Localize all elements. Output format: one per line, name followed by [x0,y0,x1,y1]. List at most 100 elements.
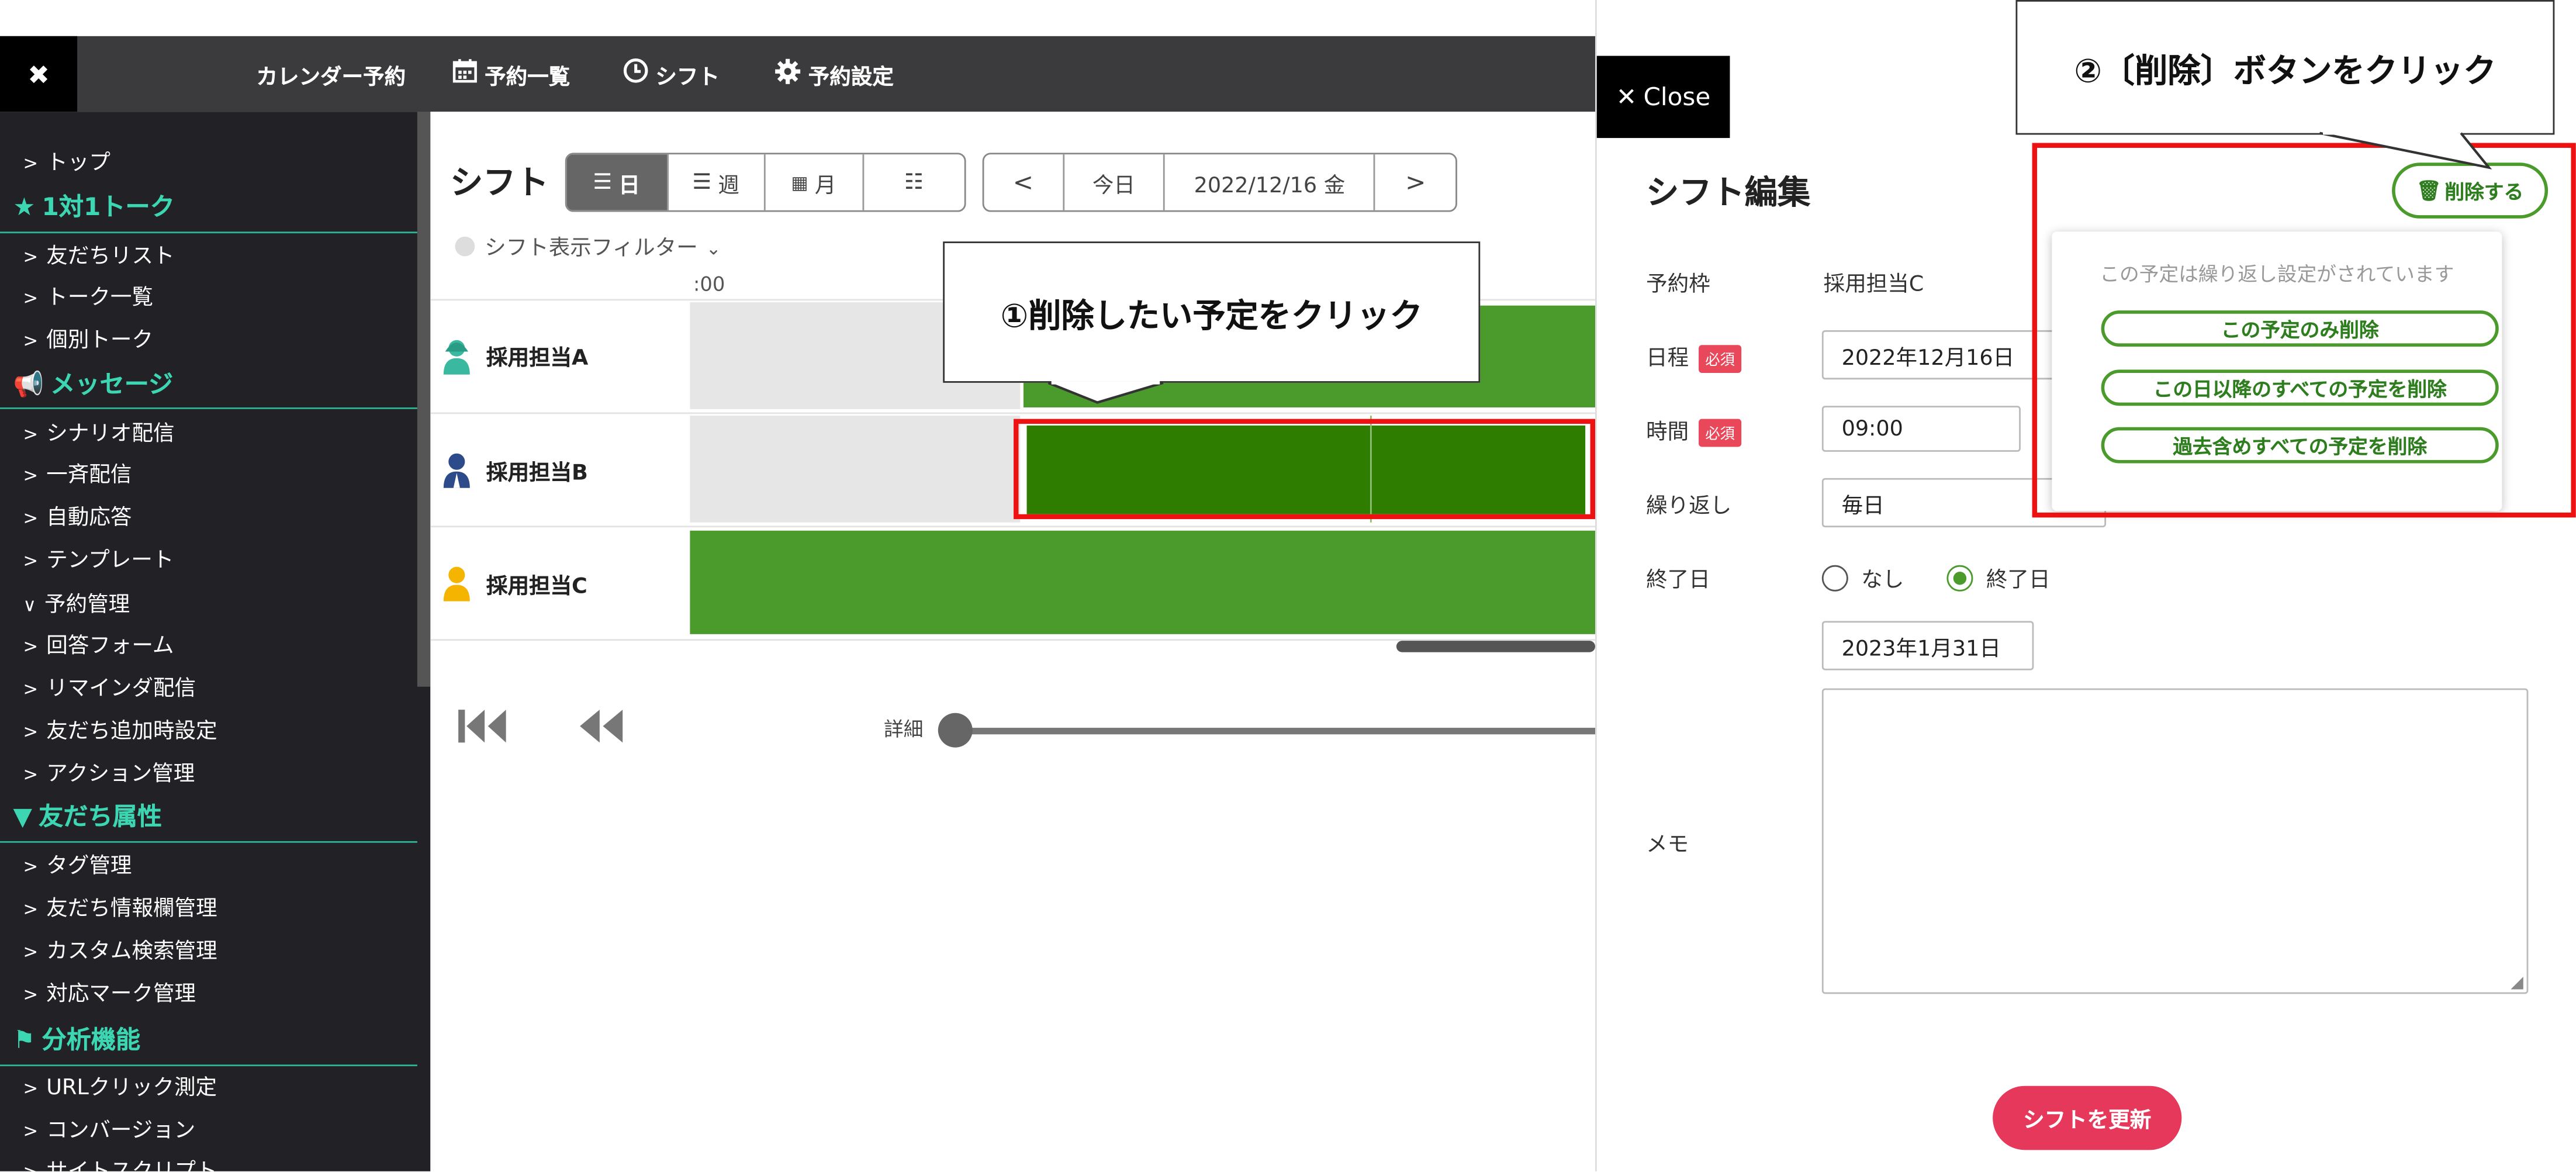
sidebar-item-label: タグ管理 [46,854,132,879]
time-input[interactable]: 09:00 [1821,406,2021,452]
callout-text: ②〔削除〕ボタンをクリック [2074,50,2497,90]
date-navigator: < 今日 2022/12/16 金 > [982,153,1457,212]
end-option-date[interactable]: 終了日 [1946,562,2051,593]
nav-label: 予約設定 [808,65,894,90]
sidebar-close-button[interactable]: ✖ [0,36,78,112]
highlight-box [2032,143,2576,518]
button-label: 日 [618,173,640,198]
input-value: 2022年12月16日 [1841,345,2015,371]
callout-step1: ①削除したい予定をクリック [943,241,1481,383]
sidebar-item-label: アクション管理 [46,762,195,787]
nav-booking-settings[interactable]: 予約設定 [774,36,894,112]
prev-day-button[interactable]: < [984,154,1064,210]
view-month-button[interactable]: ▦ 月 [766,154,864,210]
skip-to-start-icon[interactable] [457,707,509,753]
sidebar-item-label: シナリオ配信 [46,422,175,447]
sidebar-item-broadcast[interactable]: > 一斉配信 [23,457,132,488]
sidebar-scrollbar[interactable] [417,112,431,687]
sidebar-item-label: 回答フォーム [46,634,174,659]
update-shift-button[interactable]: シフトを更新 [1993,1085,2182,1150]
rewind-icon[interactable] [575,707,628,753]
nav-booking-list[interactable]: 予約一覧 [452,36,570,112]
slot-value: 採用担当C [1823,272,1924,298]
date-label: 2022/12/16 金 [1194,173,1346,198]
panel-close-button[interactable]: ✕ Close [1596,56,1730,139]
grid-line [430,526,1595,528]
current-date-display[interactable]: 2022/12/16 金 [1165,154,1376,210]
zoom-slider-handle[interactable] [938,713,973,748]
sidebar-item-label: カスタム検索管理 [46,939,217,964]
sidebar-item-template[interactable]: > テンプレート [23,542,174,573]
nav-calendar-booking[interactable]: カレンダー予約 [256,36,406,112]
sidebar-item-label: 友だち追加時設定 [46,719,217,745]
view-day-button[interactable]: ☰ 日 [566,154,668,210]
divider [0,407,417,409]
sidebar-item-label: リマインダ配信 [46,676,196,702]
date-input[interactable]: 2022年12月16日 [1821,330,2069,380]
sidebar-item-label: トップ [46,151,110,176]
horizontal-scrollbar[interactable] [1396,641,1595,652]
clock-icon [623,57,649,90]
sidebar-item-url-click[interactable]: > URLクリック測定 [23,1070,217,1101]
nav-shift[interactable]: シフト [623,36,720,112]
sidebar-item-custom-search[interactable]: > カスタム検索管理 [23,933,217,964]
sidebar-item-label: テンプレート [46,548,174,573]
sidebar-item-answer-form[interactable]: > 回答フォーム [23,628,174,659]
sidebar-item-site-script[interactable]: >サイトスクリプト [23,1153,217,1171]
sidebar-item-friend-list[interactable]: > 友だちリスト [23,238,174,269]
section-title: 1対1トーク [42,192,175,222]
end-option-none[interactable]: なし [1821,562,1904,593]
zoom-slider-track[interactable] [953,728,1595,735]
shift-filter-toggle[interactable]: シフト表示フィルター ⌄ [455,230,721,261]
end-date-input[interactable]: 2023年1月31日 [1821,621,2034,670]
sidebar-item-label: 個別トーク [46,329,154,354]
list-icon: ☰ [692,170,712,195]
view-list-button[interactable]: ☷ [863,154,964,210]
next-day-button[interactable]: > [1375,154,1455,210]
row-label-a: 採用担当A [486,347,589,372]
chevron-right-icon: > [1405,167,1426,198]
sidebar-item-scenario[interactable]: > シナリオ配信 [23,416,174,447]
view-toggle: ☰ 日 ☰ 週 ▦ 月 ☷ [565,153,966,212]
megaphone-icon: 📢 [13,369,44,399]
sidebar-item-reminder[interactable]: > リマインダ配信 [23,670,196,701]
sidebar-item-label: サイトスクリプト [46,1160,217,1171]
sidebar-item-action-management[interactable]: > アクション管理 [23,756,195,787]
grid-line [430,412,1595,414]
star-icon: ★ [13,192,36,222]
highlight-box [1014,419,1595,520]
sidebar-item-label: 友だち情報欄管理 [46,897,217,922]
sidebar-section-friend-attributes: ▼ 友だち属性 [13,798,162,833]
sidebar-item-conversion[interactable]: > コンバージョン [23,1112,195,1143]
sidebar-item-label: 予約管理 [44,593,130,618]
sidebar-item-label: 一斉配信 [46,463,132,488]
sidebar-item-label: コンバージョン [46,1118,196,1144]
detail-label: 詳細 [884,718,924,741]
view-week-button[interactable]: ☰ 週 [668,154,766,210]
required-badge: 必須 [1699,345,1742,373]
nav-label: 予約一覧 [485,65,570,90]
memo-label: メモ [1646,832,1689,858]
today-button[interactable]: 今日 [1064,154,1166,210]
button-label: シフトを更新 [2023,1109,2152,1134]
sidebar-item-response-marks[interactable]: > 対応マーク管理 [23,976,196,1007]
list-icon: ☰ [593,170,613,195]
shift-block-c[interactable] [690,530,1595,634]
divider [0,841,417,843]
section-title: 友だち属性 [39,801,162,832]
sidebar-item-talk-list[interactable]: > トーク一覧 [23,279,153,310]
resize-handle-icon[interactable]: ◢ [2511,974,2523,993]
sidebar-item-top[interactable]: > トップ [23,144,110,176]
sidebar-item-booking-management[interactable]: ∨ 予約管理 [23,586,130,618]
panel-title: シフト編集 [1646,172,1811,212]
sidebar-item-personal-talk[interactable]: > 個別トーク [23,322,153,353]
sidebar-item-auto-reply[interactable]: > 自動応答 [23,499,132,531]
close-icon: ✕ [1616,82,1637,112]
field-label: 時間 [1646,420,1689,445]
sidebar-item-friend-info-fields[interactable]: > 友だち情報欄管理 [23,890,217,922]
page-title: シフト [450,163,549,202]
close-icon: ✖ [27,58,50,90]
memo-textarea[interactable]: ◢ [1821,688,2529,994]
sidebar-item-friend-add-settings[interactable]: > 友だち追加時設定 [23,713,217,744]
sidebar-item-tag-management[interactable]: > タグ管理 [23,848,132,879]
